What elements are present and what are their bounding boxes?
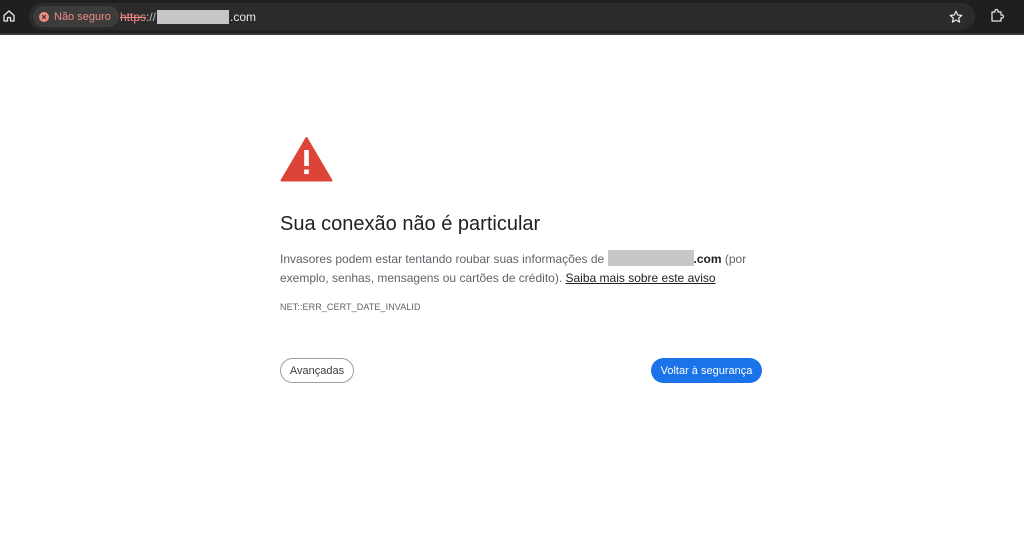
- url-separator: ://: [146, 9, 157, 24]
- bookmark-star-icon: [949, 10, 963, 23]
- advanced-button[interactable]: Avançadas: [280, 358, 354, 383]
- learn-more-link[interactable]: Saiba mais sobre este aviso: [566, 271, 716, 285]
- not-secure-icon: [39, 11, 49, 22]
- address-bar[interactable]: Não seguro https:// .com: [29, 3, 975, 30]
- extensions-button[interactable]: [987, 6, 1007, 26]
- redacted-host: [607, 250, 694, 266]
- warning-triangle-icon: [280, 137, 333, 182]
- error-code: NET::ERR_CERT_DATE_INVALID: [280, 302, 421, 312]
- warning-description: Invasores podem estar tentando roubar su…: [280, 250, 762, 288]
- home-button[interactable]: [0, 4, 18, 28]
- page-title: Sua conexão não é particular: [280, 213, 541, 235]
- url-redacted-host: [157, 9, 230, 24]
- url-host-tail: .com: [230, 9, 257, 24]
- host-tail: .com: [693, 252, 722, 266]
- bookmark-button[interactable]: [946, 7, 966, 27]
- toolbar-divider: [0, 33, 1024, 35]
- back-to-safety-button[interactable]: Voltar à segurança: [651, 358, 762, 383]
- extensions-icon: [991, 8, 1005, 22]
- url-scheme: https: [120, 9, 147, 24]
- browser-toolbar: Não seguro https:// .com: [0, 0, 1024, 33]
- home-icon: [3, 10, 15, 22]
- security-chip[interactable]: Não seguro: [33, 6, 119, 27]
- security-chip-label: Não seguro: [54, 10, 111, 23]
- url-text[interactable]: https:// .com: [120, 3, 256, 30]
- description-text-start: Invasores podem estar tentando roubar su…: [280, 252, 608, 266]
